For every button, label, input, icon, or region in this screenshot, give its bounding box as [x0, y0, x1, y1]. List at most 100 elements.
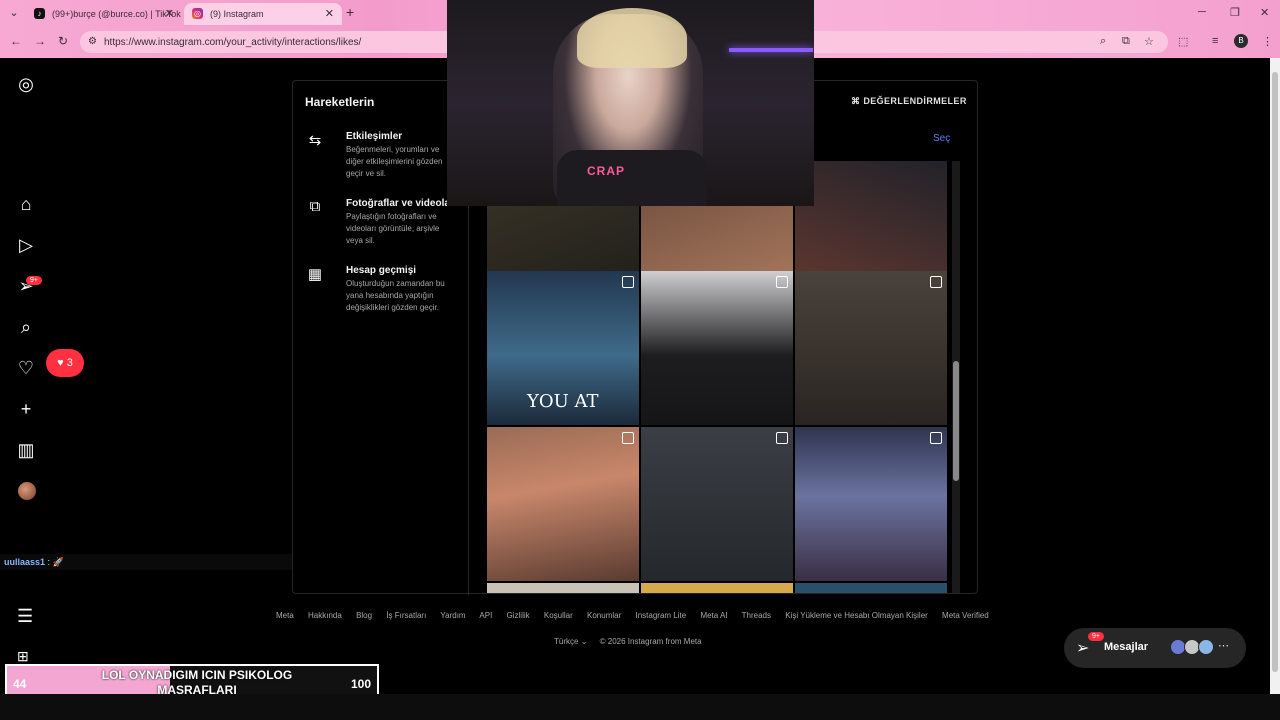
rocket-icon: 🚀	[52, 557, 64, 567]
close-tab-icon[interactable]: ✕	[325, 7, 334, 20]
photo-video-icon: ⧉	[309, 198, 321, 215]
home-icon[interactable]: ⌂	[14, 192, 38, 216]
select-button[interactable]: Seç	[933, 133, 950, 144]
menu-item-title: Hesap geçmişi	[346, 265, 417, 276]
heart-icon[interactable]: ♡	[14, 356, 38, 380]
zoom-icon[interactable]: ⌕	[1100, 35, 1106, 48]
reload-icon[interactable]: ↻	[58, 34, 68, 48]
notification-count: 3	[66, 357, 73, 369]
liked-post-thumbnail[interactable]	[795, 583, 947, 593]
instagram-logo-icon[interactable]: ◎	[14, 72, 38, 96]
goal-target: 100	[351, 677, 372, 691]
footer-link[interactable]: Threads	[742, 611, 771, 620]
footer-link[interactable]: Blog	[356, 611, 372, 620]
browser-menu-icon[interactable]: ⋮	[1262, 35, 1273, 48]
panel-title: Hareketlerin	[305, 95, 375, 109]
liked-post-thumbnail[interactable]	[795, 427, 947, 581]
message-avatars: ⋯	[1170, 639, 1230, 657]
footer-link[interactable]: Yardım	[440, 611, 465, 620]
reel-icon	[622, 276, 634, 288]
tab-search-icon[interactable]: ⌄	[6, 5, 22, 21]
liked-post-thumbnail[interactable]	[795, 271, 947, 425]
activity-menu: Hareketlerin ⇆ Etkileşimler Beğenmeleri,…	[293, 81, 469, 595]
heart-icon: ♥	[57, 357, 64, 369]
search-icon[interactable]: ⌕	[14, 315, 38, 339]
reel-icon	[776, 276, 788, 288]
footer-link[interactable]: Instagram Lite	[636, 611, 687, 620]
profile-avatar[interactable]	[18, 482, 36, 500]
messages-icon: ➢	[1076, 640, 1090, 657]
apps-icon[interactable]: ⊞	[17, 648, 29, 665]
chat-separator: :	[47, 557, 51, 567]
footer-link[interactable]: Kişi Yükleme ve Hesabı Olmayan Kişiler	[785, 611, 928, 620]
tag-icon: ⌘	[851, 96, 861, 106]
forward-icon[interactable]: →	[34, 34, 46, 48]
close-tab-icon[interactable]: ✕	[165, 7, 174, 20]
maximize-icon[interactable]: ❐	[1230, 6, 1240, 19]
liked-post-thumbnail[interactable]	[641, 583, 793, 593]
more-icon[interactable]: ☰	[17, 606, 33, 627]
site-info-icon[interactable]: ⚙	[88, 36, 97, 47]
messages-button[interactable]: ➢ 9+ Mesajlar ⋯	[1064, 628, 1246, 668]
menu-item-desc: Oluşturduğun zamandan bu yana hesabında …	[346, 279, 445, 312]
reels-icon[interactable]: ▷	[14, 233, 38, 257]
tiktok-icon: ♪	[34, 8, 45, 19]
ratings-link[interactable]: ⌘ DEĞERLENDİRMELER	[851, 96, 967, 107]
more-dots-icon: ⋯	[1218, 640, 1229, 652]
install-app-icon[interactable]: ⧉	[1122, 35, 1130, 48]
language-select[interactable]: Türkçe ⌄	[554, 637, 590, 646]
page-scrollbar[interactable]	[1270, 58, 1280, 694]
new-tab-button[interactable]: +	[346, 4, 354, 20]
liked-posts-grid: YOU AT	[487, 161, 950, 593]
dashboard-icon[interactable]: ▥	[14, 438, 38, 462]
liked-post-thumbnail[interactable]	[641, 271, 793, 425]
footer-link[interactable]: Gizlilik	[507, 611, 530, 620]
instagram-sidebar: ◎ ⌂ ▷ ➢ 9+ ⌕ ♡ ♥ 3 + ▥	[0, 58, 84, 694]
shirt-text: CRAP	[587, 164, 626, 178]
reading-list-icon[interactable]: ≡	[1212, 35, 1218, 47]
profile-avatar[interactable]: B	[1234, 34, 1248, 48]
back-icon[interactable]: ←	[10, 34, 22, 48]
chevron-down-icon: ⌄	[580, 637, 588, 646]
liked-post-thumbnail[interactable]	[641, 427, 793, 581]
ratings-label: DEĞERLENDİRMELER	[863, 96, 967, 106]
footer-link[interactable]: API	[479, 611, 492, 620]
footer-link[interactable]: Hakkında	[308, 611, 342, 620]
tab-instagram[interactable]: ◎ (9) Instagram ✕	[184, 3, 342, 25]
footer-bottom: Türkçe ⌄ © 2026 Instagram from Meta	[554, 637, 702, 646]
webcam-overlay: CRAP	[447, 0, 814, 206]
menu-item-title: Etkileşimler	[346, 131, 403, 142]
messages-badge: 9+	[1088, 632, 1104, 641]
liked-post-thumbnail[interactable]: YOU AT	[487, 271, 639, 425]
footer-link[interactable]: Meta AI	[700, 611, 727, 620]
copyright: © 2026 Instagram from Meta	[599, 637, 702, 646]
arrows-swap-icon: ⇆	[308, 132, 322, 149]
footer-link[interactable]: İş Fırsatları	[386, 611, 426, 620]
tab-label: (9) Instagram	[210, 9, 264, 19]
language-label: Türkçe	[554, 637, 579, 646]
close-window-icon[interactable]: ✕	[1260, 6, 1269, 19]
grid-scrollbar[interactable]	[952, 161, 960, 593]
led-light-strip	[729, 48, 813, 52]
page-scrollbar-thumb[interactable]	[1272, 72, 1278, 672]
tab-tiktok[interactable]: ♪ (99+)burçe (@burce.co) | TikTok ✕	[26, 3, 182, 25]
messages-label: Mesajlar	[1104, 641, 1149, 653]
tab-label: (99+)burçe (@burce.co) | TikTok	[52, 9, 181, 19]
footer-link[interactable]: Konumlar	[587, 611, 621, 620]
footer-link[interactable]: Meta Verified	[942, 611, 989, 620]
liked-post-thumbnail[interactable]	[487, 583, 639, 593]
minimize-icon[interactable]: ─	[1198, 6, 1206, 18]
bookmark-star-icon[interactable]: ☆	[1144, 35, 1154, 48]
create-icon[interactable]: +	[14, 397, 38, 421]
extensions-icon[interactable]: ⬚	[1178, 35, 1188, 48]
carousel-icon	[622, 432, 634, 444]
footer-link[interactable]: Meta	[276, 611, 294, 620]
grid-scrollbar-thumb[interactable]	[953, 361, 959, 481]
streamer-hair	[577, 8, 687, 68]
goal-current: 44	[13, 677, 27, 691]
liked-post-thumbnail[interactable]	[487, 427, 639, 581]
footer-links: Meta Hakkında Blog İş Fırsatları Yardım …	[276, 611, 1001, 620]
notification-pill[interactable]: ♥ 3	[46, 349, 84, 377]
footer-link[interactable]: Koşullar	[544, 611, 573, 620]
reel-icon	[776, 432, 788, 444]
